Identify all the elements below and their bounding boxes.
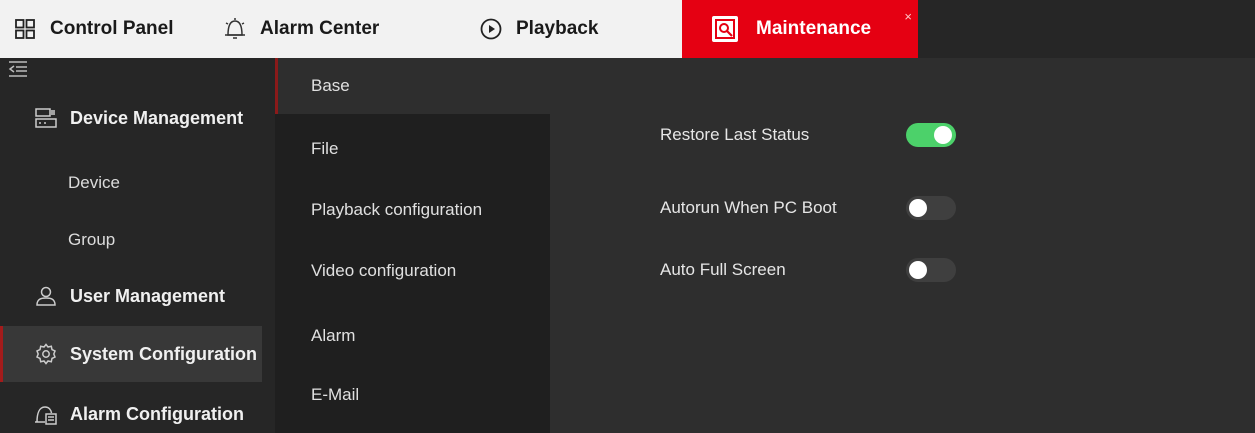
- device-management-icon: [34, 106, 58, 130]
- submenu-item-label: Alarm: [311, 326, 356, 345]
- bell-icon: [222, 16, 248, 42]
- tab-playback[interactable]: Playback: [478, 0, 682, 58]
- auto-full-screen-toggle[interactable]: [906, 258, 956, 282]
- toggle-knob: [909, 199, 927, 217]
- collapse-menu-icon[interactable]: [8, 60, 30, 80]
- tab-maintenance[interactable]: Maintenance ×: [682, 0, 918, 58]
- submenu-item-alarm[interactable]: Alarm: [275, 306, 550, 366]
- sidebar-item-label: Group: [68, 230, 116, 249]
- tab-bar-filler: [918, 0, 1255, 58]
- sidebar-item-label: System Configuration: [70, 343, 258, 364]
- submenu-item-base[interactable]: Base: [275, 58, 550, 114]
- maintenance-icon: [712, 16, 738, 42]
- tab-alarm-center-label: Alarm Center: [260, 18, 380, 39]
- setting-restore-last-status: Restore Last Status: [660, 120, 956, 150]
- submenu-item-label: Video configuration: [311, 261, 457, 280]
- sidebar: Device Management Device Group User Mana…: [0, 58, 275, 433]
- sidebar-item-label: Alarm Configuration: [70, 403, 244, 424]
- setting-label: Restore Last Status: [660, 125, 810, 144]
- sidebar-item-label: User Management: [70, 285, 226, 306]
- restore-last-status-toggle[interactable]: [906, 123, 956, 147]
- submenu-item-video-configuration[interactable]: Video configuration: [275, 241, 550, 301]
- setting-label: Autorun When PC Boot: [660, 198, 837, 217]
- gear-icon: [34, 342, 58, 366]
- sidebar-item-system-configuration[interactable]: System Configuration: [0, 326, 262, 382]
- sidebar-item-group[interactable]: Group: [0, 218, 262, 262]
- sidebar-item-device-management[interactable]: Device Management: [0, 92, 262, 144]
- sidebar-item-user-management[interactable]: User Management: [0, 270, 262, 322]
- submenu-item-label: Base: [311, 76, 350, 95]
- top-tab-bar: Control Panel Alarm Center Playback Main…: [0, 0, 1255, 58]
- alarm-config-icon: [34, 402, 58, 426]
- sidebar-item-device[interactable]: Device: [0, 161, 262, 205]
- sidebar-item-label: Device: [68, 173, 120, 192]
- grid-icon: [12, 16, 38, 42]
- sidebar-item-alarm-configuration[interactable]: Alarm Configuration: [0, 388, 262, 433]
- submenu-item-label: Playback configuration: [311, 200, 483, 219]
- submenu-item-email[interactable]: E-Mail: [275, 365, 550, 425]
- toggle-knob: [934, 126, 952, 144]
- tab-playback-label: Playback: [516, 18, 599, 39]
- play-circle-icon: [478, 16, 504, 42]
- setting-autorun-when-pc-boot: Autorun When PC Boot: [660, 193, 956, 223]
- submenu-item-file[interactable]: File: [275, 119, 550, 179]
- setting-auto-full-screen: Auto Full Screen: [660, 255, 956, 285]
- tab-control-panel-label: Control Panel: [50, 18, 174, 39]
- user-icon: [34, 284, 58, 308]
- settings-panel: Restore Last Status Autorun When PC Boot…: [550, 58, 1255, 433]
- tab-alarm-center[interactable]: Alarm Center: [222, 0, 478, 58]
- tab-control-panel[interactable]: Control Panel: [0, 0, 222, 58]
- setting-label: Auto Full Screen: [660, 260, 786, 279]
- sidebar-item-label: Device Management: [70, 107, 244, 128]
- submenu-item-playback-configuration[interactable]: Playback configuration: [275, 180, 550, 240]
- autorun-when-pc-boot-toggle[interactable]: [906, 196, 956, 220]
- tab-maintenance-label: Maintenance: [756, 18, 872, 39]
- submenu-item-label: File: [311, 139, 339, 158]
- submenu-item-label: E-Mail: [311, 385, 360, 404]
- tab-close-icon[interactable]: ×: [904, 10, 912, 23]
- submenu: Base File Playback configuration Video c…: [275, 58, 550, 433]
- toggle-knob: [909, 261, 927, 279]
